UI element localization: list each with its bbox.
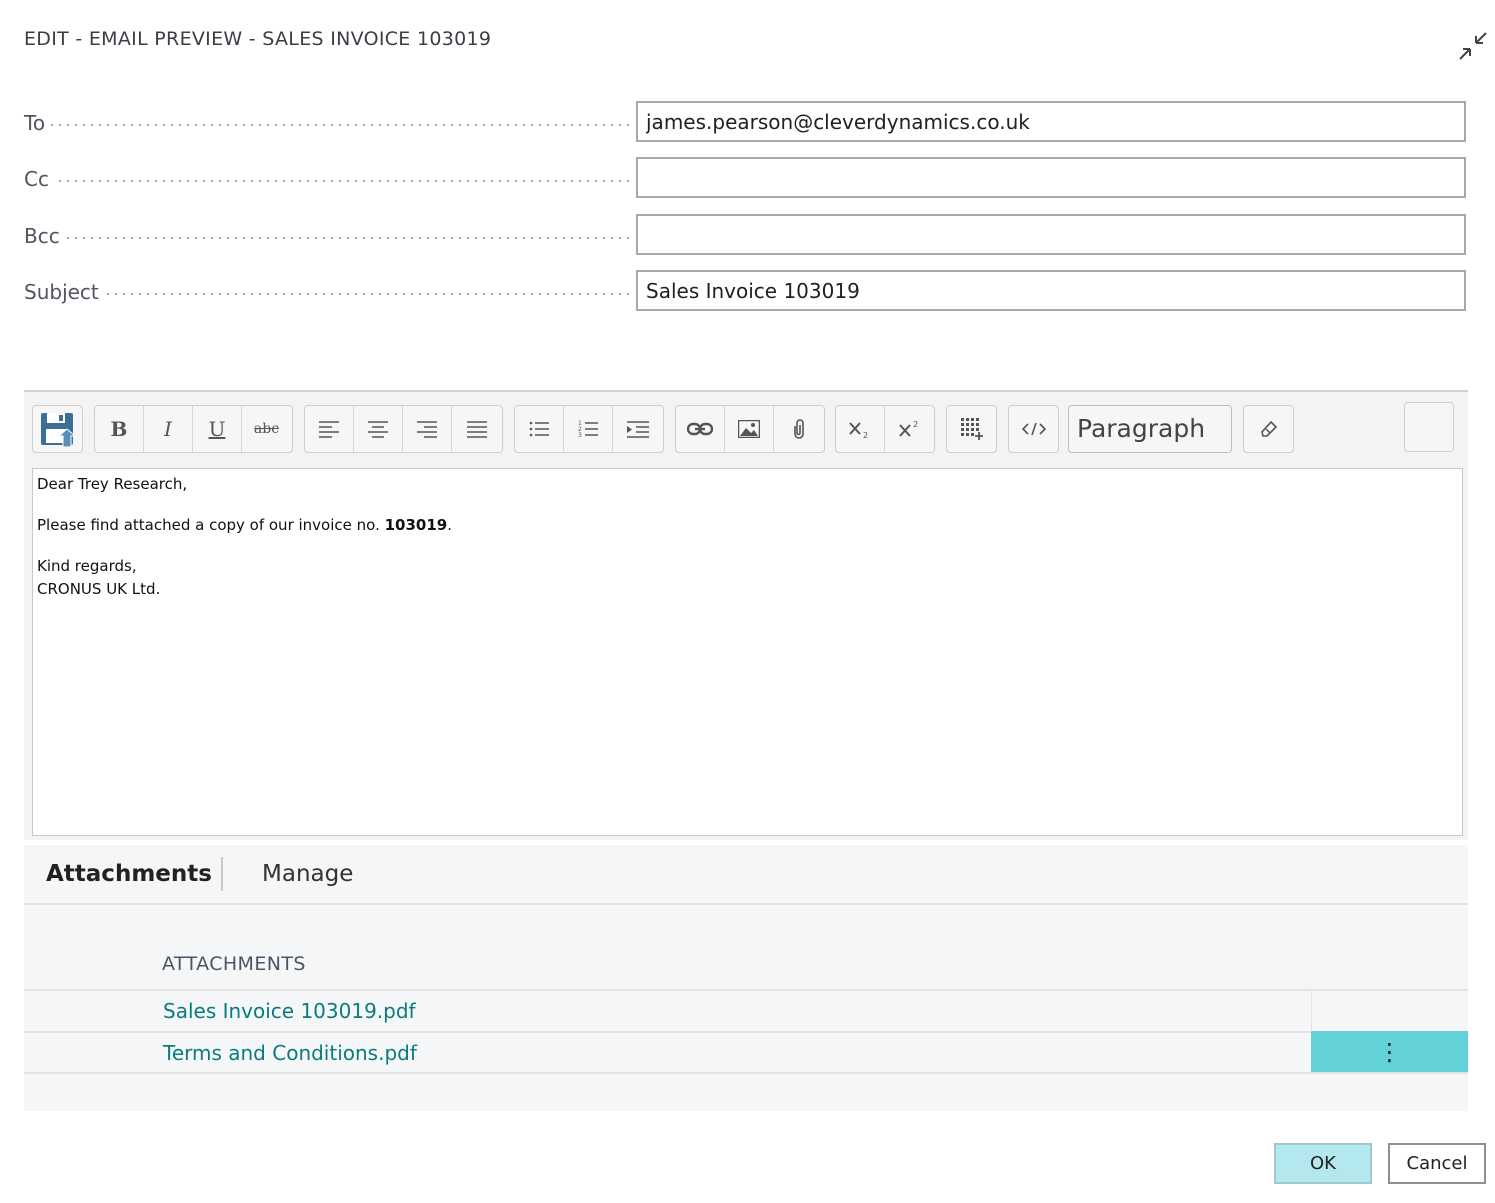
justify-icon — [466, 421, 487, 438]
rich-text-editor: B I U abc 123 2 2 Paragraph Dear Trey Re… — [24, 390, 1468, 840]
italic-button[interactable]: I — [144, 406, 193, 452]
strikethrough-button[interactable]: abc — [242, 406, 291, 452]
bcc-label: Bcc — [24, 224, 66, 248]
clear-formatting-button[interactable] — [1244, 406, 1293, 452]
bold-button[interactable]: B — [95, 406, 144, 452]
align-left-icon — [319, 421, 339, 438]
align-right-icon — [417, 421, 437, 438]
link-icon — [687, 422, 713, 436]
leader-dots — [24, 180, 629, 182]
insert-table-button[interactable] — [947, 406, 996, 452]
source-code-button[interactable] — [1009, 406, 1058, 452]
indent-button[interactable] — [613, 406, 662, 452]
attach-file-button[interactable] — [774, 406, 823, 452]
to-row: To — [24, 101, 1468, 145]
bcc-row: Bcc — [24, 214, 1468, 258]
code-icon — [1021, 422, 1046, 436]
strikethrough-icon: abc — [253, 421, 280, 437]
cc-row: Cc — [24, 157, 1468, 201]
tab-manage[interactable]: Manage — [262, 861, 353, 887]
toolbar-group-table — [946, 405, 997, 453]
toolbar-group-lists: 123 — [514, 405, 664, 453]
toolbar-group-insert — [675, 405, 825, 453]
row-menu-cell — [1311, 991, 1469, 1030]
body-signature: CRONUS UK Ltd. — [37, 580, 161, 598]
cc-field[interactable] — [636, 157, 1466, 198]
cc-label: Cc — [24, 167, 55, 191]
toolbar-group-save — [32, 405, 83, 453]
table-icon — [960, 418, 983, 440]
subject-field[interactable] — [636, 270, 1466, 311]
body-closing: Kind regards, — [37, 557, 137, 575]
svg-text:2: 2 — [913, 420, 918, 429]
superscript-button[interactable]: 2 — [885, 406, 934, 452]
attachments-panel: Attachments Manage ATTACHMENTS Sales Inv… — [24, 845, 1468, 1111]
save-button[interactable] — [33, 406, 82, 452]
leader-dots — [24, 293, 629, 295]
insert-image-button[interactable] — [725, 406, 774, 452]
email-body-editor[interactable]: Dear Trey Research, Please find attached… — [32, 468, 1463, 836]
justify-button[interactable] — [452, 406, 501, 452]
collapse-icon — [1459, 32, 1487, 60]
numbered-list-button[interactable]: 123 — [564, 406, 613, 452]
dialog-title: EDIT - EMAIL PREVIEW - SALES INVOICE 103… — [24, 28, 492, 50]
underline-button[interactable]: U — [193, 406, 242, 452]
to-label: To — [24, 111, 52, 135]
attachment-link[interactable]: Sales Invoice 103019.pdf — [163, 999, 416, 1023]
align-left-button[interactable] — [305, 406, 354, 452]
cancel-button[interactable]: Cancel — [1388, 1143, 1486, 1184]
body-greeting: Dear Trey Research, — [37, 475, 188, 493]
italic-icon: I — [164, 417, 172, 441]
attachments-column-header: ATTACHMENTS — [162, 953, 306, 975]
tab-attachments[interactable]: Attachments — [46, 861, 212, 887]
subject-row: Subject — [24, 270, 1468, 314]
subscript-button[interactable]: 2 — [836, 406, 885, 452]
superscript-icon: 2 — [898, 420, 918, 437]
bullet-list-button[interactable] — [515, 406, 564, 452]
underline-icon: U — [208, 417, 226, 441]
subscript-icon: 2 — [849, 422, 868, 439]
indent-icon — [626, 421, 649, 438]
bold-icon: B — [110, 417, 128, 441]
attachments-tabs: Attachments Manage — [24, 845, 1468, 905]
bullet-list-icon — [529, 421, 549, 437]
to-field[interactable] — [636, 101, 1466, 142]
table-row[interactable]: Terms and Conditions.pdf ⋮ — [24, 1031, 1468, 1074]
align-right-button[interactable] — [403, 406, 452, 452]
image-icon — [738, 420, 760, 438]
tab-divider — [221, 857, 223, 891]
toolbar-group-clear — [1243, 405, 1294, 453]
attachment-link[interactable]: Terms and Conditions.pdf — [163, 1041, 417, 1065]
numbered-list-icon: 123 — [578, 420, 598, 439]
bcc-field[interactable] — [636, 214, 1466, 255]
body-line: Please find attached a copy of our invoi… — [37, 514, 1458, 537]
body-line-text: Please find attached a copy of our invoi… — [37, 516, 385, 534]
more-options-icon: ⋮ — [1377, 1037, 1402, 1066]
subject-label: Subject — [24, 280, 105, 304]
svg-text:3: 3 — [578, 432, 582, 439]
attach-icon — [793, 419, 804, 439]
toolbar-group-text-style: B I U abc — [94, 405, 293, 453]
eraser-icon — [1260, 420, 1277, 437]
invoice-number: 103019 — [384, 516, 448, 534]
paragraph-format-select[interactable]: Paragraph — [1068, 405, 1232, 453]
row-actions-button[interactable]: ⋮ — [1311, 1031, 1468, 1072]
table-row[interactable]: Sales Invoice 103019.pdf — [24, 989, 1468, 1030]
toolbar-group-script: 2 2 — [835, 405, 935, 453]
leader-dots — [24, 124, 629, 126]
svg-text:2: 2 — [863, 431, 868, 439]
align-center-icon — [368, 421, 388, 438]
toolbar-group-code — [1008, 405, 1059, 453]
link-button[interactable] — [676, 406, 725, 452]
save-icon — [40, 413, 76, 448]
leader-dots — [24, 237, 629, 239]
toolbar-group-align — [304, 405, 503, 453]
ok-button[interactable]: OK — [1274, 1143, 1372, 1184]
collapse-dialog-button[interactable] — [1455, 28, 1491, 64]
body-line-end: . — [447, 516, 453, 534]
align-center-button[interactable] — [354, 406, 403, 452]
toolbar-extra-button[interactable] — [1404, 402, 1454, 452]
